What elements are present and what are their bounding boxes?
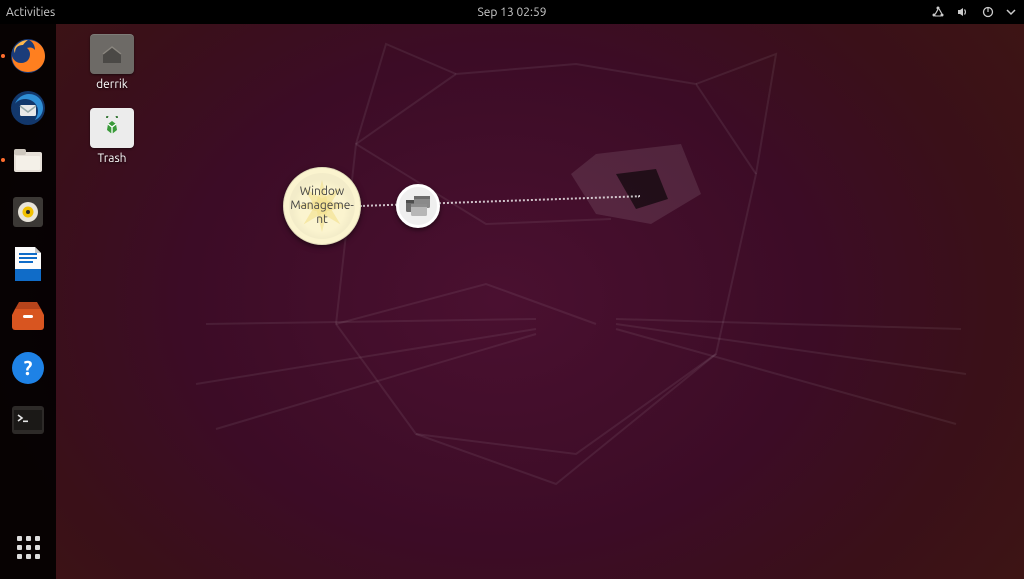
pie-node-label: Window Manageme-nt bbox=[283, 185, 361, 226]
show-applications-button[interactable] bbox=[6, 525, 50, 569]
libreoffice-writer-icon bbox=[11, 245, 45, 283]
window-management-icon bbox=[404, 194, 432, 218]
activities-button[interactable]: Activities bbox=[6, 6, 55, 19]
desktop-icon-trash[interactable]: Trash bbox=[76, 108, 148, 165]
thunderbird-icon bbox=[9, 89, 47, 127]
dock-item-files[interactable] bbox=[6, 138, 50, 182]
apps-grid-icon bbox=[17, 536, 40, 559]
dock-item-terminal[interactable] bbox=[6, 398, 50, 442]
dock-item-ubuntu-software[interactable] bbox=[6, 294, 50, 338]
desktop-icon-label: derrik bbox=[76, 78, 148, 91]
files-icon bbox=[10, 142, 46, 178]
chevron-down-icon[interactable] bbox=[1006, 7, 1016, 17]
wallpaper-art bbox=[56, 24, 1024, 579]
dock-item-rhythmbox[interactable] bbox=[6, 190, 50, 234]
ubuntu-software-icon bbox=[9, 299, 47, 333]
desktop-icon-home[interactable]: derrik bbox=[76, 34, 148, 91]
dock: ? bbox=[0, 24, 56, 579]
terminal-icon bbox=[10, 404, 46, 436]
system-tray[interactable] bbox=[931, 5, 1016, 19]
dock-item-help[interactable]: ? bbox=[6, 346, 50, 390]
desktop-icon-label: Trash bbox=[76, 152, 148, 165]
help-icon: ? bbox=[10, 350, 46, 386]
pie-node-window-management[interactable]: Window Manageme-nt bbox=[283, 167, 361, 245]
top-panel: Activities Sep 13 02:59 bbox=[0, 0, 1024, 24]
dock-item-libreoffice-writer[interactable] bbox=[6, 242, 50, 286]
home-folder-icon bbox=[90, 34, 134, 74]
clock[interactable]: Sep 13 02:59 bbox=[478, 6, 547, 19]
dock-item-thunderbird[interactable] bbox=[6, 86, 50, 130]
network-icon[interactable] bbox=[931, 5, 945, 19]
trash-icon bbox=[90, 108, 134, 148]
power-icon[interactable] bbox=[981, 5, 995, 19]
pie-child-windows[interactable] bbox=[396, 184, 440, 228]
dock-item-firefox[interactable] bbox=[6, 34, 50, 78]
volume-icon[interactable] bbox=[956, 5, 970, 19]
svg-text:?: ? bbox=[24, 356, 33, 379]
firefox-icon bbox=[9, 37, 47, 75]
rhythmbox-icon bbox=[10, 194, 46, 230]
